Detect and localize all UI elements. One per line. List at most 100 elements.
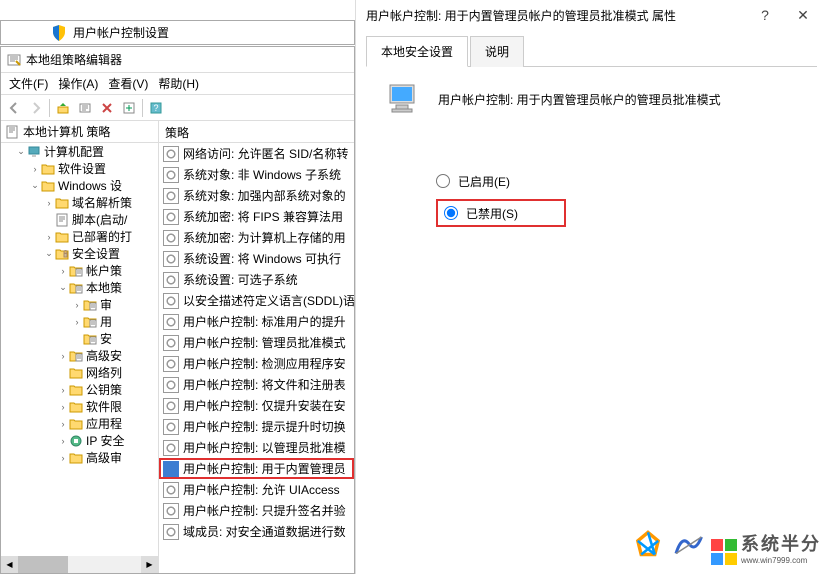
close-button[interactable]: ✕ xyxy=(789,3,817,27)
radio-disabled[interactable] xyxy=(444,206,458,220)
tree-item[interactable]: ›高级安 xyxy=(1,347,158,364)
tree-item[interactable]: 网络列 xyxy=(1,364,158,381)
help-button[interactable]: ? xyxy=(751,3,779,27)
export-button[interactable] xyxy=(118,98,140,118)
list-item[interactable]: 用户帐户控制: 只提升签名并验 xyxy=(159,500,354,521)
list-item[interactable]: 系统加密: 将 FIPS 兼容算法用 xyxy=(159,206,354,227)
expander-icon[interactable]: › xyxy=(57,266,69,276)
expander-icon[interactable]: › xyxy=(57,351,69,361)
expander-icon[interactable]: ⌄ xyxy=(29,180,41,191)
list-item-label: 系统设置: 将 Windows 可执行 xyxy=(183,250,341,267)
expander-icon[interactable]: › xyxy=(57,385,69,395)
list-item[interactable]: 用户帐户控制: 仅提升安装在安 xyxy=(159,395,354,416)
expander-icon[interactable]: › xyxy=(71,317,83,327)
policy-icon xyxy=(83,315,97,329)
forward-button[interactable] xyxy=(25,98,47,118)
folder-icon xyxy=(69,400,83,414)
list-item[interactable]: 系统设置: 可选子系统 xyxy=(159,269,354,290)
list-item[interactable]: 系统设置: 将 Windows 可执行 xyxy=(159,248,354,269)
tree-item-label: 公钥策 xyxy=(86,381,122,398)
scroll-right[interactable]: ▶ xyxy=(141,556,158,573)
tree-item[interactable]: ›域名解析策 xyxy=(1,194,158,211)
list-item[interactable]: 系统对象: 加强内部系统对象的 xyxy=(159,185,354,206)
list-item[interactable]: 用户帐户控制: 标准用户的提升 xyxy=(159,311,354,332)
scroll-thumb[interactable] xyxy=(18,556,68,573)
brand-url: www.win7999.com xyxy=(741,556,821,565)
security-icon xyxy=(55,247,69,261)
list-item[interactable]: 系统加密: 为计算机上存储的用 xyxy=(159,227,354,248)
up-button[interactable] xyxy=(52,98,74,118)
computer-icon xyxy=(386,81,422,117)
expander-icon[interactable]: › xyxy=(43,232,55,242)
radio-enabled[interactable] xyxy=(436,174,450,188)
list-item[interactable]: 用户帐户控制: 检测应用程序安 xyxy=(159,353,354,374)
tree-item[interactable]: ›IP 安全 xyxy=(1,432,158,449)
list-item[interactable]: 用户帐户控制: 用于内置管理员 xyxy=(159,458,354,479)
list-item[interactable]: 网络访问: 允许匿名 SID/名称转 xyxy=(159,143,354,164)
list-item[interactable]: 用户帐户控制: 提示提升时切换 xyxy=(159,416,354,437)
tree-item-label: 已部署的打 xyxy=(72,228,132,245)
scroll-left[interactable]: ◀ xyxy=(1,556,18,573)
branding-overlay: 系统半分 www.win7999.com xyxy=(631,529,821,566)
policy-item-icon xyxy=(163,503,179,519)
menu-view[interactable]: 查看(V) xyxy=(104,73,152,94)
expander-icon[interactable]: ⌄ xyxy=(57,282,69,293)
tree-item[interactable]: › 已部署的打 xyxy=(1,228,158,245)
list-item-label: 用户帐户控制: 仅提升安装在安 xyxy=(183,397,346,414)
radio-disabled-row[interactable]: 已禁用(S) xyxy=(436,199,566,227)
h-scrollbar[interactable]: ◀ ▶ xyxy=(1,556,158,573)
back-button[interactable] xyxy=(3,98,25,118)
policy-name: 用户帐户控制: 用于内置管理员帐户的管理员批准模式 xyxy=(438,91,721,108)
tree-item[interactable]: ⌄计算机配置 xyxy=(1,143,158,160)
tree-header: 本地计算机 策略 xyxy=(1,121,158,143)
tree-item[interactable]: ›软件设置 xyxy=(1,160,158,177)
tree-item[interactable]: ›用 xyxy=(1,313,158,330)
expander-icon[interactable]: ⌄ xyxy=(43,248,55,259)
menu-action[interactable]: 操作(A) xyxy=(54,73,102,94)
list-item[interactable]: 用户帐户控制: 允许 UIAccess xyxy=(159,479,354,500)
properties-dialog: 用户帐户控制: 用于内置管理员帐户的管理员批准模式 属性 ? ✕ 本地安全设置 … xyxy=(355,0,827,574)
menu-file[interactable]: 文件(F) xyxy=(5,73,52,94)
tab-explain[interactable]: 说明 xyxy=(470,36,524,67)
list-item[interactable]: 用户帐户控制: 以管理员批准模 xyxy=(159,437,354,458)
expander-icon[interactable]: › xyxy=(57,436,69,446)
list-item[interactable]: 以安全描述符定义语言(SDDL)语 xyxy=(159,290,354,311)
tree-item[interactable]: › 公钥策 xyxy=(1,381,158,398)
list-item[interactable]: 系统对象: 非 Windows 子系统 xyxy=(159,164,354,185)
tree-item[interactable]: ⌄安全设置 xyxy=(1,245,158,262)
list-item[interactable]: 用户帐户控制: 管理员批准模式 xyxy=(159,332,354,353)
tree-item[interactable]: ›软件限 xyxy=(1,398,158,415)
options-button[interactable] xyxy=(74,98,96,118)
list-item[interactable]: 域成员: 对安全通道数据进行数 xyxy=(159,521,354,542)
tab-local-security[interactable]: 本地安全设置 xyxy=(366,36,468,67)
list-header[interactable]: 策略 xyxy=(159,121,354,143)
policy-item-icon xyxy=(163,398,179,414)
tree-content[interactable]: ⌄计算机配置›软件设置⌄Windows 设›域名解析策脚本(启动/›已部署的打⌄… xyxy=(1,143,158,555)
tree-item[interactable]: ›应用程 xyxy=(1,415,158,432)
tree-item[interactable]: ›高级审 xyxy=(1,449,158,466)
expander-icon[interactable]: › xyxy=(43,198,55,208)
tree-item[interactable]: 脚本(启动/ xyxy=(1,211,158,228)
expander-icon[interactable]: › xyxy=(57,419,69,429)
tree-item[interactable]: ⌄Windows 设 xyxy=(1,177,158,194)
tree-item[interactable]: 安 xyxy=(1,330,158,347)
expander-icon[interactable]: › xyxy=(29,164,41,174)
radio-enabled-row[interactable]: 已启用(E) xyxy=(436,167,797,195)
expander-icon[interactable]: › xyxy=(57,453,69,463)
policy-item-icon xyxy=(163,377,179,393)
policy-item-icon xyxy=(163,209,179,225)
help-button[interactable]: ? xyxy=(145,98,167,118)
list-content: 网络访问: 允许匿名 SID/名称转系统对象: 非 Windows 子系统系统对… xyxy=(159,143,354,542)
tree-item[interactable]: ⌄本地策 xyxy=(1,279,158,296)
expander-icon[interactable]: ⌄ xyxy=(15,146,27,157)
expander-icon[interactable]: › xyxy=(57,402,69,412)
toolbar: ? xyxy=(1,95,354,121)
delete-button[interactable] xyxy=(96,98,118,118)
policy-item-icon xyxy=(163,230,179,246)
list-item-label: 系统加密: 为计算机上存储的用 xyxy=(183,229,346,246)
tree-item[interactable]: ›审 xyxy=(1,296,158,313)
menu-help[interactable]: 帮助(H) xyxy=(154,73,203,94)
tree-item[interactable]: ›帐户策 xyxy=(1,262,158,279)
expander-icon[interactable]: › xyxy=(71,300,83,310)
list-item[interactable]: 用户帐户控制: 将文件和注册表 xyxy=(159,374,354,395)
